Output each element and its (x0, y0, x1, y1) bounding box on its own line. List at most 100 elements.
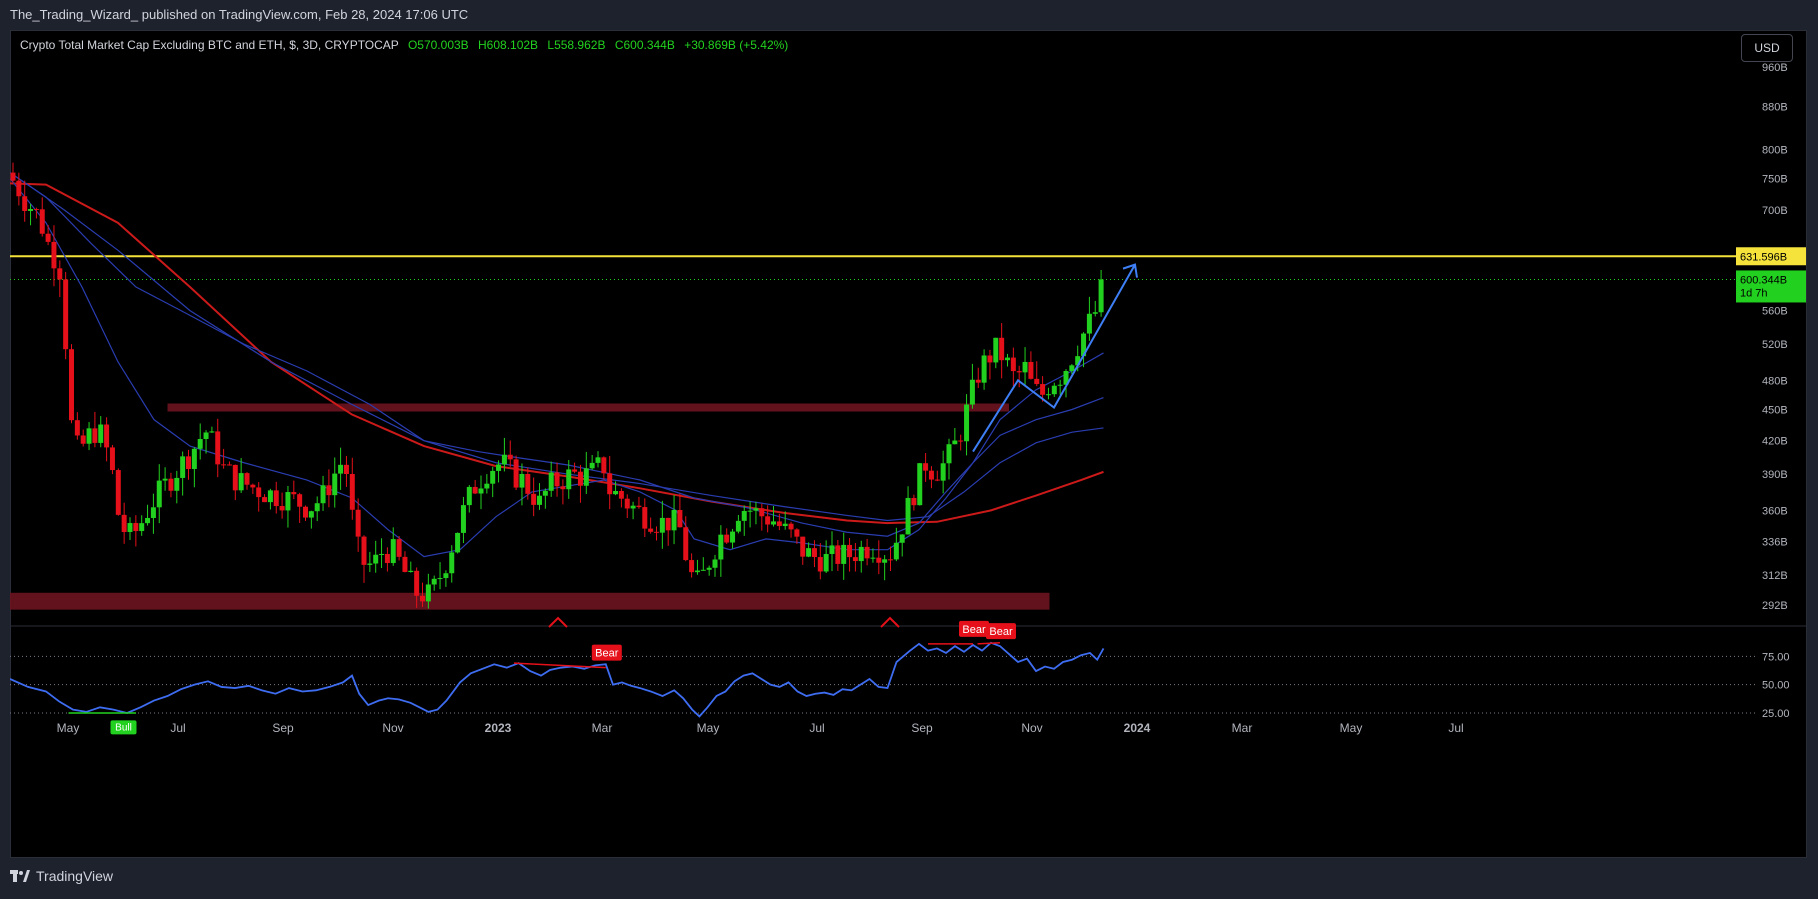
time-axis-label-2: Sep (272, 721, 294, 735)
candle-body-61 (367, 563, 373, 565)
candle-body-179 (1057, 384, 1063, 386)
candle-body-120 (712, 559, 718, 568)
candle-body-1 (16, 180, 22, 197)
candle-body-13 (86, 428, 92, 444)
candle-body-37 (226, 464, 232, 466)
candle-body-122 (724, 534, 730, 543)
candle-body-65 (390, 539, 396, 564)
candle-body-160 (946, 444, 952, 464)
candle-body-53 (320, 485, 326, 504)
candle-body-95 (566, 469, 572, 490)
tradingview-logo-icon (10, 870, 30, 882)
candle-body-10 (69, 349, 74, 421)
candle-body-103 (613, 491, 619, 495)
candle-body-108 (642, 507, 648, 529)
candle-body-114 (677, 510, 683, 528)
candle-body-139 (823, 553, 829, 572)
candle-body-12 (80, 435, 86, 444)
time-axis-label-8: Sep (911, 721, 933, 735)
support-zone-1 (167, 403, 1009, 412)
candle-body-0 (10, 172, 16, 181)
candle-body-121 (718, 534, 724, 560)
candle-body-90 (537, 495, 542, 505)
candle-body-54 (326, 485, 332, 496)
price-axis-label-2: 800B (1762, 144, 1788, 156)
candle-body-41 (250, 484, 256, 488)
price-axis-label-11: 360B (1762, 505, 1788, 517)
candle-body-173 (1022, 361, 1028, 373)
candle-body-55 (332, 473, 338, 496)
candle-body-26 (162, 478, 168, 481)
candle-body-134 (794, 529, 800, 537)
candle-body-42 (256, 487, 262, 498)
price-axis-label-0: 960B (1762, 62, 1788, 74)
candle-body-85 (507, 454, 513, 460)
candle-body-21 (133, 523, 139, 532)
candle-body-167 (987, 355, 993, 363)
candle-body-78 (466, 486, 472, 506)
candle-body-143 (847, 544, 853, 558)
price-axis-label-6: 520B (1762, 339, 1788, 351)
candle-body-152 (899, 534, 905, 543)
footer-brand-label: TradingView (36, 868, 114, 884)
price-axis-label-13: 312B (1762, 570, 1788, 582)
candle-body-63 (379, 553, 385, 555)
candle-body-91 (542, 490, 548, 496)
candle-body-80 (478, 488, 484, 494)
candle-body-25 (156, 480, 162, 508)
candle-body-151 (893, 542, 899, 560)
candle-body-155 (917, 463, 923, 506)
candle-body-75 (449, 552, 455, 574)
candle-body-71 (425, 584, 431, 602)
candle-body-137 (811, 548, 817, 558)
footer-brand[interactable]: TradingView (10, 868, 113, 884)
candle-body-72 (431, 578, 437, 585)
candle-body-161 (952, 440, 958, 445)
candle-body-57 (343, 464, 349, 475)
candle-body-67 (402, 556, 408, 572)
candle-body-83 (496, 464, 502, 471)
candle-body-154 (911, 497, 917, 506)
time-axis-label-9: Nov (1021, 721, 1042, 735)
candle-body-158 (934, 479, 940, 481)
candle-body-15 (98, 424, 104, 443)
candle-body-169 (999, 337, 1005, 361)
last-price-countdown: 1d 7h (1740, 287, 1768, 299)
candle-body-20 (127, 523, 133, 532)
candle-body-175 (1034, 378, 1040, 385)
candle-body-131 (776, 521, 782, 527)
candle-body-36 (221, 464, 227, 466)
candle-body-159 (940, 463, 946, 481)
candle-body-110 (654, 531, 659, 533)
candle-body-88 (525, 473, 531, 494)
last-price-tag-text: 600.344B (1740, 274, 1787, 286)
candle-body-48 (291, 492, 297, 495)
candle-body-29 (180, 456, 186, 478)
price-chart[interactable]: BearBear BearBull960B880B800B750B700B560B… (10, 30, 1807, 858)
candle-body-127 (753, 508, 759, 511)
candle-body-73 (437, 578, 443, 580)
symbol-description: Crypto Total Market Cap Excluding BTC an… (20, 38, 399, 52)
candle-body-30 (186, 456, 191, 470)
candle-body-50 (303, 506, 308, 518)
legend-change: +30.869B (+5.42%) (684, 38, 789, 52)
candle-body-79 (472, 486, 478, 494)
candle-body-102 (607, 473, 613, 495)
candle-body-118 (700, 569, 706, 571)
candle-body-144 (852, 557, 858, 562)
candle-body-153 (905, 497, 911, 535)
candle-body-51 (308, 511, 314, 518)
candle-body-111 (659, 517, 665, 533)
price-axis-label-5: 560B (1762, 306, 1788, 318)
currency-button[interactable]: USD (1741, 34, 1793, 62)
time-axis-label-7: Jul (809, 721, 824, 735)
candle-body-184 (1086, 313, 1092, 334)
candle-body-164 (969, 379, 975, 405)
chart-legend: Crypto Total Market Cap Excluding BTC an… (20, 38, 788, 52)
candle-body-94 (560, 486, 566, 490)
candle-body-49 (297, 494, 303, 507)
candle-body-34 (209, 431, 215, 433)
time-axis-label-5: Mar (592, 721, 613, 735)
candle-body-74 (443, 573, 449, 579)
price-axis-label-3: 750B (1762, 174, 1788, 186)
